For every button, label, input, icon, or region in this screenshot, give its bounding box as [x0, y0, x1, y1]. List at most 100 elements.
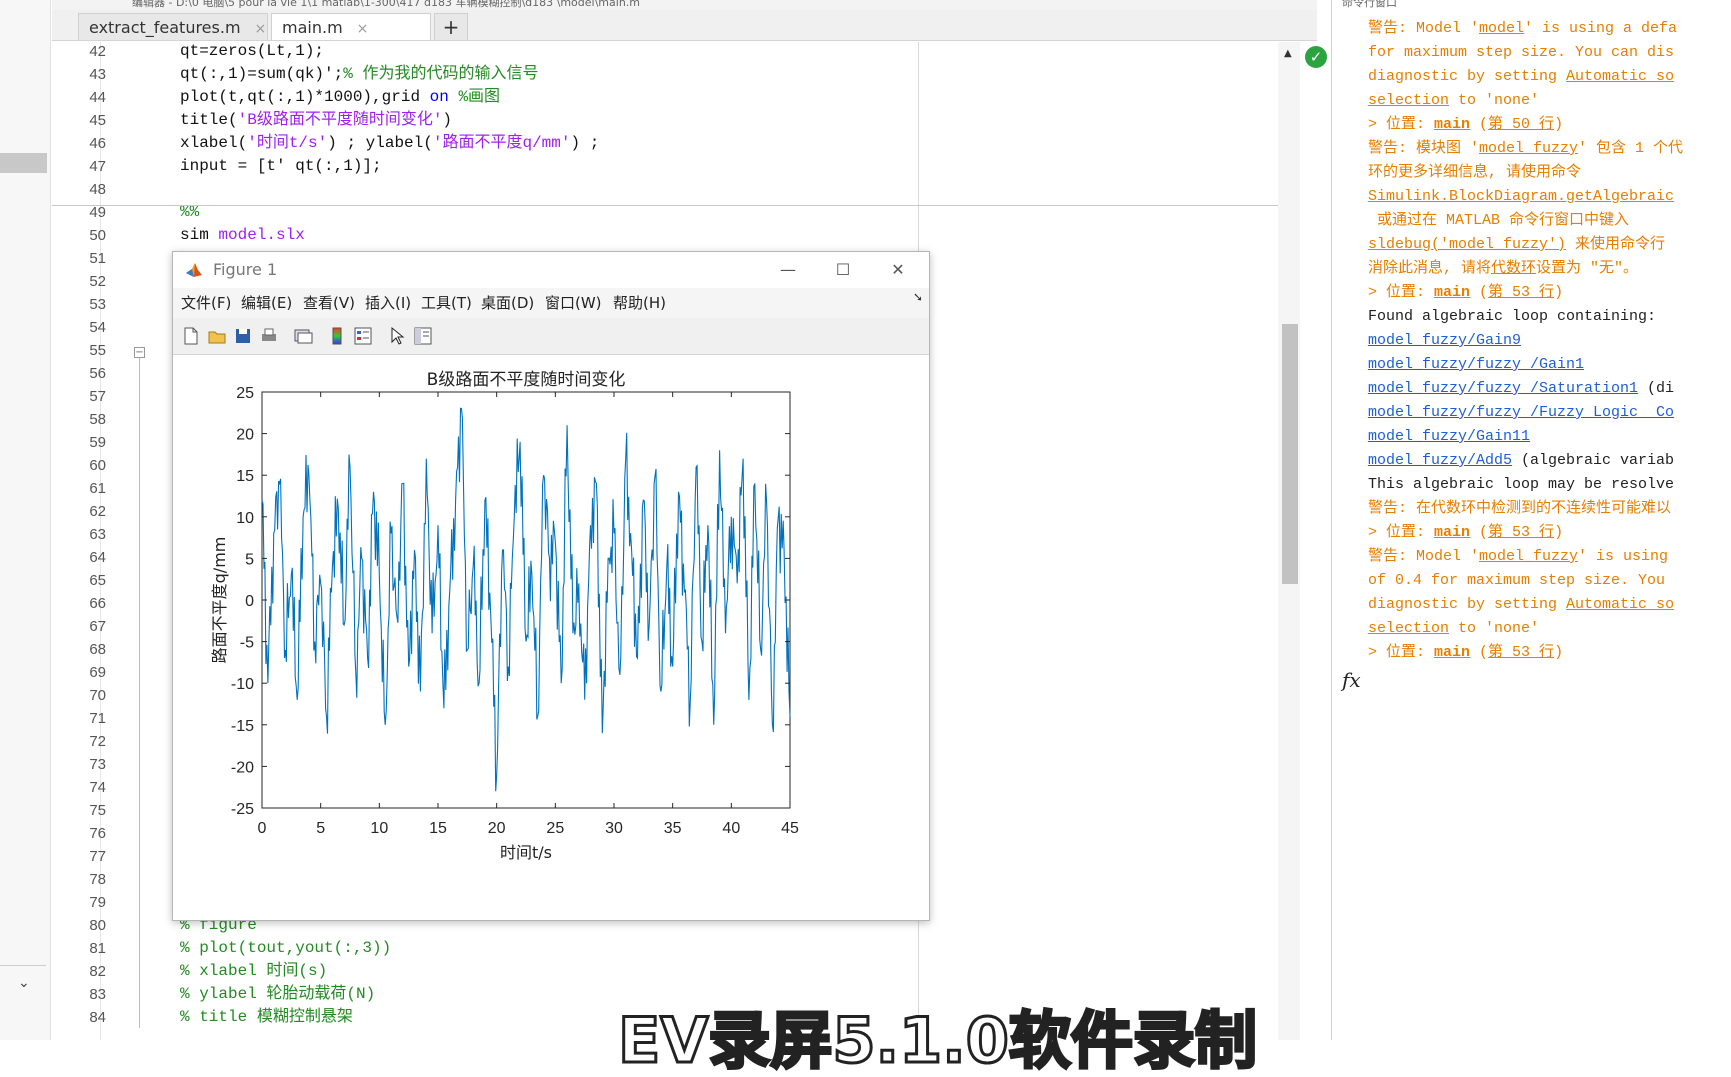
figure-window[interactable]: Figure 1 — ☐ ✕ 文件(F) 编辑(E) 查看(V) 插入(I) 工… — [172, 251, 930, 921]
code-line[interactable]: 47 input = [t' qt(:,1)]; — [52, 155, 1317, 178]
line-number: 56 — [89, 365, 106, 382]
line-number: 74 — [89, 779, 106, 796]
output-link[interactable]: sldebug('model_fuzzy') — [1368, 236, 1566, 253]
code-line[interactable]: 50 sim model.slx — [52, 224, 1317, 247]
menu-tools[interactable]: 工具(T) — [421, 288, 472, 318]
output-link[interactable]: model — [1479, 20, 1524, 37]
output-link[interactable]: model_fuzzy — [1479, 140, 1578, 157]
output-text: ) — [1554, 524, 1564, 541]
output-link[interactable]: model_fuzzy/fuzzy /Fuzzy Logic Co — [1368, 404, 1674, 421]
line-number: 55 — [89, 342, 106, 359]
new-file-icon[interactable] — [181, 326, 201, 346]
tab-main[interactable]: main.m × — [271, 13, 431, 40]
close-icon[interactable]: × — [255, 21, 267, 37]
output-link[interactable]: 第 53 行 — [1488, 644, 1554, 661]
minimize-button[interactable]: — — [763, 252, 813, 288]
command-window-title: 命令行窗口 — [1342, 0, 1397, 9]
output-link[interactable]: 代数环 — [1491, 260, 1536, 277]
save-icon[interactable] — [233, 326, 253, 346]
chevron-down-icon[interactable]: ⌄ — [18, 975, 30, 991]
output-link[interactable]: Simulink.BlockDiagram.getAlgebraic — [1368, 188, 1674, 205]
divider — [0, 965, 46, 966]
menu-file[interactable]: 文件(F) — [181, 288, 231, 318]
output-link[interactable]: main — [1434, 116, 1470, 133]
line-chart[interactable]: 0 5 10 15 20 25 30 35 40 45 25 20 15 10 5 0 -5 -10 -15 -20 -… — [173, 355, 929, 920]
line-number: 54 — [89, 319, 106, 336]
output-link[interactable]: model_fuzzy/fuzzy /Saturation1 — [1368, 380, 1638, 397]
menu-view[interactable]: 查看(V) — [303, 288, 355, 318]
y-tick-label: -10 — [231, 676, 254, 693]
output-link[interactable]: Automatic so — [1566, 68, 1674, 85]
code-line[interactable]: 82 % xlabel 时间(s) — [52, 960, 1317, 983]
line-number: 68 — [89, 641, 106, 658]
close-button[interactable]: ✕ — [873, 252, 923, 288]
print-icon[interactable] — [259, 326, 279, 346]
fold-toggle-icon[interactable]: − — [134, 347, 145, 358]
add-tab-button[interactable]: + — [434, 13, 468, 40]
code-text: xlabel('时间t/s') ; ylabel('路面不平度q/mm') ; — [180, 132, 599, 155]
code-line[interactable]: 48 — [52, 178, 1317, 201]
left-panel-scroll-thumb[interactable] — [0, 153, 47, 173]
menu-desktop[interactable]: 桌面(D) — [481, 288, 534, 318]
code-text: input = [t' qt(:,1)]; — [180, 155, 382, 178]
output-link[interactable]: model_fuzzy/Add5 — [1368, 452, 1512, 469]
tab-extract-features[interactable]: extract_features.m × — [78, 13, 268, 40]
code-analyzer-ok-icon[interactable]: ✓ — [1305, 46, 1327, 68]
scroll-up-icon[interactable]: ▲ — [1284, 48, 1292, 59]
figure-menu-bar: 文件(F) 编辑(E) 查看(V) 插入(I) 工具(T) 桌面(D) 窗口(W… — [173, 288, 929, 318]
code-line[interactable]: 44 plot(t,qt(:,1)*1000),grid on %画图 — [52, 86, 1317, 109]
command-output-line: diagnostic by setting Automatic so — [1368, 593, 1674, 617]
output-link[interactable]: selection — [1368, 620, 1449, 637]
line-number: 50 — [89, 227, 106, 244]
output-link[interactable]: main — [1434, 284, 1470, 301]
toolbar-toggle-icon[interactable]: ➘ — [913, 290, 923, 304]
output-link[interactable]: 第 53 行 — [1488, 524, 1554, 541]
output-text: 设置为 "无"。 — [1536, 260, 1639, 277]
x-tick-label: 10 — [370, 820, 388, 837]
menu-help[interactable]: 帮助(H) — [613, 288, 666, 318]
output-link[interactable]: model_fuzzy — [1479, 548, 1578, 565]
output-link[interactable]: main — [1434, 524, 1470, 541]
output-link[interactable]: selection — [1368, 92, 1449, 109]
code-token: % ylabel 轮胎动载荷(N) — [180, 985, 376, 1003]
line-number: 83 — [89, 986, 106, 1003]
line-number: 81 — [89, 940, 106, 957]
code-token: qt=zeros(Lt,1); — [180, 42, 325, 60]
scroll-thumb[interactable] — [1282, 324, 1298, 584]
code-line[interactable]: 45 title('B级路面不平度随时间变化') — [52, 109, 1317, 132]
menu-edit[interactable]: 编辑(E) — [241, 288, 292, 318]
line-number: 61 — [89, 480, 106, 497]
command-output-line: sldebug('model_fuzzy') 来使用命令行 — [1368, 233, 1665, 257]
command-window[interactable]: 命令行窗口 警告: Model 'model' is using a defa f… — [1331, 0, 1731, 1040]
close-icon[interactable]: × — [357, 21, 369, 37]
code-line[interactable]: 81 % plot(tout,yout(:,3)) — [52, 937, 1317, 960]
menu-insert[interactable]: 插入(I) — [365, 288, 411, 318]
menu-window[interactable]: 窗口(W) — [545, 288, 602, 318]
figure-title-bar[interactable]: Figure 1 — ☐ ✕ — [173, 252, 929, 288]
legend-icon[interactable] — [353, 326, 373, 346]
line-number: 63 — [89, 526, 106, 543]
editor-scrollbar[interactable]: ▲ — [1278, 42, 1300, 1040]
output-text: 警告: Model ' — [1368, 20, 1480, 37]
output-link[interactable]: model_fuzzy/Gain9 — [1368, 332, 1521, 349]
output-text: to 'none' — [1449, 92, 1540, 109]
line-number: 60 — [89, 457, 106, 474]
output-link[interactable]: model_fuzzy/fuzzy /Gain1 — [1368, 356, 1584, 373]
output-link[interactable]: 第 50 行 — [1488, 116, 1554, 133]
plot-canvas[interactable]: 0 5 10 15 20 25 30 35 40 45 25 20 15 10 5 0 -5 -10 -15 -20 -… — [173, 355, 929, 920]
property-editor-icon[interactable] — [413, 326, 433, 346]
code-line[interactable]: 42 qt=zeros(Lt,1); — [52, 40, 1317, 63]
output-link[interactable]: Automatic so — [1566, 596, 1674, 613]
link-plot-icon[interactable] — [293, 326, 313, 346]
output-text: > 位置: — [1368, 284, 1435, 301]
colorbar-icon[interactable] — [327, 326, 347, 346]
pointer-icon[interactable] — [387, 326, 407, 346]
code-line[interactable]: 43 qt(:,1)=sum(qk)';% 作为我的代码的输入信号 — [52, 63, 1317, 86]
output-link[interactable]: main — [1434, 644, 1470, 661]
output-link[interactable]: model_fuzzy/Gain11 — [1368, 428, 1530, 445]
open-folder-icon[interactable] — [207, 326, 227, 346]
maximize-button[interactable]: ☐ — [818, 252, 868, 288]
code-line[interactable]: 46 xlabel('时间t/s') ; ylabel('路面不平度q/mm') … — [52, 132, 1317, 155]
code-line[interactable]: 83 % ylabel 轮胎动载荷(N) — [52, 983, 1317, 1006]
output-link[interactable]: 第 53 行 — [1488, 284, 1554, 301]
